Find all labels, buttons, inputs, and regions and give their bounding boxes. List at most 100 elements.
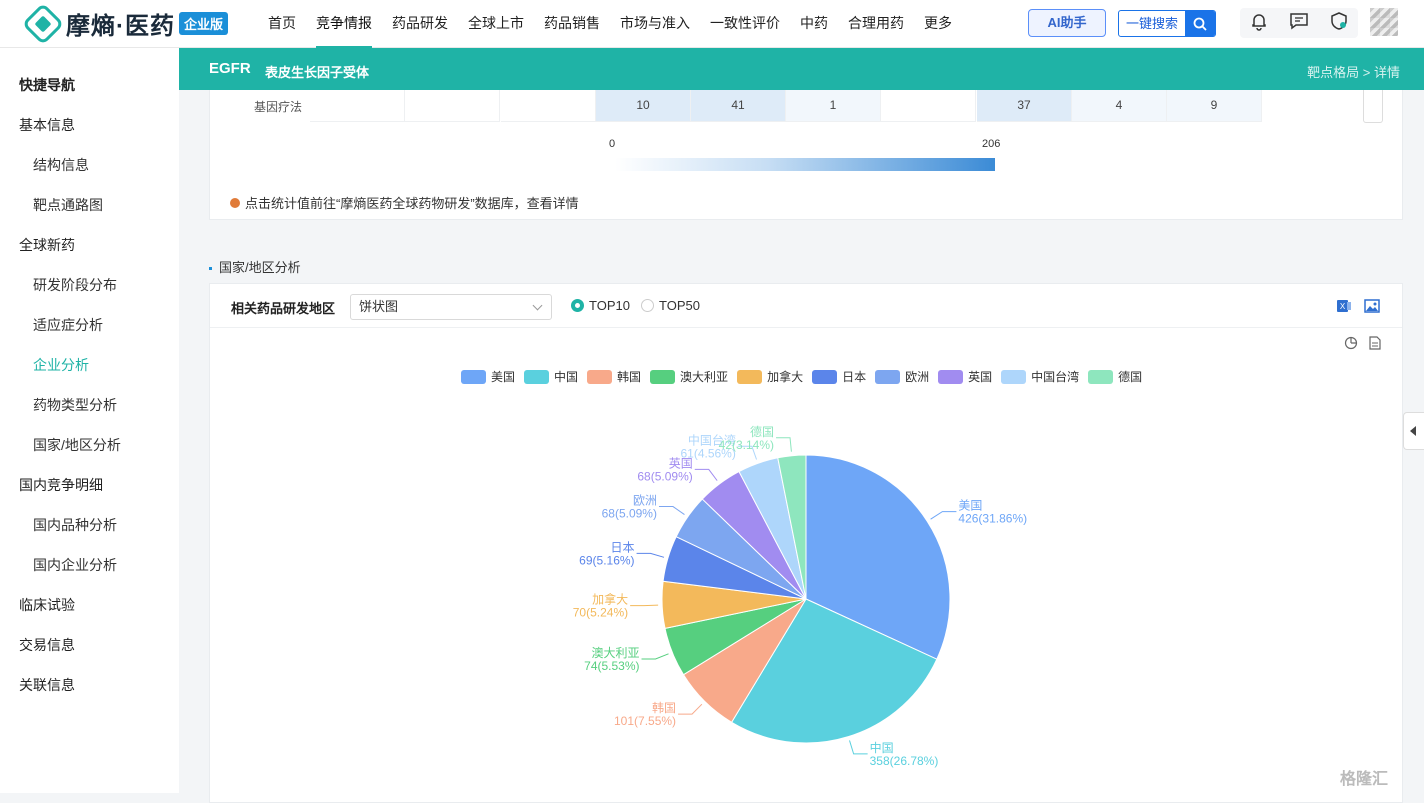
region-chart-card: 相关药品研发地区 饼状图 TOP10 TOP50 X 美国 中国 韩国 澳大利亚 加拿大…	[209, 283, 1403, 803]
quick-nav-sidebar: 快捷导航基本信息结构信息靶点通路图全球新药研发阶段分布 适应症分析企业分析药物类型…	[0, 48, 179, 793]
breadcrumb[interactable]: 靶点格局 > 详情	[1307, 62, 1400, 81]
ai-assistant-button[interactable]: AI助手	[1028, 9, 1106, 37]
label-leader-line	[630, 604, 659, 607]
sidebar-item[interactable]: 国内企业分析	[33, 555, 117, 575]
section-title: 国家/地区分析	[209, 257, 301, 276]
sidebar-item[interactable]: 靶点通路图	[33, 195, 103, 215]
sidebar-item[interactable]: 结构信息	[33, 155, 89, 175]
nav-item[interactable]: 市场与准入	[620, 0, 690, 48]
radio-label: TOP10	[589, 298, 630, 313]
sidebar-item[interactable]: 基本信息	[19, 115, 75, 135]
top-bar: 摩熵·医药 企业版 首页 竞争情报 药品研发 全球上市 药品销售 市场与准入 一致性评价 中药…	[0, 0, 1424, 48]
sidebar-item[interactable]: 国内竞争明细	[19, 475, 103, 495]
nav-item[interactable]: 一致性评价	[710, 0, 780, 48]
slice-category-label: 韩国	[652, 700, 676, 715]
slice-category-label: 加拿大	[592, 592, 628, 607]
label-leader-line	[658, 506, 685, 515]
avatar[interactable]	[1370, 8, 1398, 36]
quick-search-button[interactable]: 一键搜索	[1118, 10, 1216, 37]
collapse-panel-button[interactable]	[1403, 412, 1424, 450]
info-icon	[230, 197, 240, 208]
heatmap-cell[interactable]: 1	[786, 90, 881, 122]
hint-text: 点击统计值前往“摩熵医药全球药物研发”数据库，查看详情	[245, 196, 579, 211]
watermark: 格隆汇	[1340, 771, 1389, 788]
logo[interactable]: 摩熵·医药 企业版	[21, 2, 229, 45]
sidebar-item[interactable]: 交易信息	[19, 635, 75, 655]
excel-export-icon[interactable]: X	[1336, 298, 1352, 314]
chevron-down-icon	[532, 300, 543, 311]
sidebar-item[interactable]: 全球新药	[19, 235, 75, 255]
chart-type-select[interactable]: 饼状图	[350, 294, 552, 320]
nav-item[interactable]: 更多	[924, 0, 952, 48]
label-leader-line	[636, 552, 665, 558]
slice-category-label: 中国	[870, 740, 894, 755]
target-header: EGFR 表皮生长因子受体 靶点格局 > 详情	[179, 48, 1424, 90]
scrollbar[interactable]	[1363, 90, 1383, 123]
label-leader-line	[849, 740, 868, 755]
row-label: 基因疗法	[254, 100, 303, 114]
sidebar-item[interactable]: 国家/地区分析	[33, 435, 121, 455]
chart-title: 相关药品研发地区	[231, 301, 336, 316]
nav-item[interactable]: 中药	[800, 0, 828, 48]
sidebar-item[interactable]: 关联信息	[19, 675, 75, 695]
color-scale-bar[interactable]	[615, 158, 995, 171]
label-leader-line	[930, 511, 957, 520]
nav-item[interactable]: 首页	[268, 0, 296, 48]
label-leader-line	[641, 653, 669, 660]
sidebar-item[interactable]: 企业分析	[33, 355, 89, 375]
radio-label: TOP50	[659, 298, 700, 313]
slice-category-label: 澳大利亚	[592, 646, 640, 660]
label-leader-line	[678, 703, 703, 715]
hint-note: 点击统计值前往“摩熵医药全球药物研发”数据库，查看详情	[230, 193, 579, 212]
nav-item[interactable]: 药品研发	[392, 0, 448, 48]
heatmap-cell[interactable]: 10	[596, 90, 691, 122]
nav-item[interactable]: 药品销售	[544, 0, 600, 48]
slice-value-label: 68(5.09%)	[602, 507, 657, 521]
label-leader-line	[776, 437, 792, 452]
sidebar-item[interactable]: 药物类型分析	[33, 395, 117, 415]
image-export-icon[interactable]	[1364, 298, 1380, 314]
message-icon[interactable]	[1288, 11, 1310, 36]
main-nav: 首页 竞争情报 药品研发 全球上市 药品销售 市场与准入 一致性评价 中药 合理用药 更多	[268, 0, 972, 48]
sidebar-item[interactable]: 适应症分析	[33, 315, 103, 335]
nav-item[interactable]: 全球上市	[468, 0, 524, 48]
search-icon	[1185, 11, 1215, 36]
chart-toolbar: 相关药品研发地区 饼状图 TOP10 TOP50 X	[210, 284, 1402, 328]
bell-icon[interactable]	[1249, 11, 1269, 36]
slice-value-label: 358(26.78%)	[870, 754, 939, 768]
heatmap-cell[interactable]: 41	[691, 90, 786, 122]
scale-min: 0	[609, 138, 616, 150]
nav-item[interactable]: 合理用药	[848, 0, 904, 48]
slice-category-label: 欧洲	[633, 494, 657, 508]
shield-icon[interactable]	[1329, 11, 1349, 36]
heatmap-cell	[881, 90, 976, 122]
sidebar-item[interactable]: 国内品种分析	[33, 515, 117, 535]
target-symbol: EGFR	[209, 60, 251, 77]
logo-text: 摩熵·医药	[66, 13, 175, 40]
heatmap-cell	[310, 90, 405, 122]
heatmap-cell[interactable]: 37	[977, 90, 1072, 122]
sidebar-item[interactable]: 临床试验	[19, 595, 75, 615]
edition-badge: 企业版	[179, 12, 229, 35]
sidebar-item: 快捷导航	[19, 77, 75, 93]
heatmap-card: 基因疗法 10 41 1 37 4 9 0 206 点击统计值前往“摩熵医药全球药物研发”…	[209, 90, 1403, 220]
slice-value-label: 70(5.24%)	[573, 606, 628, 620]
radio-top10[interactable]: TOP10	[571, 298, 630, 313]
quick-search-label: 一键搜索	[1125, 16, 1178, 31]
sidebar-item[interactable]: 研发阶段分布	[33, 275, 117, 295]
heatmap-cell[interactable]: 9	[1167, 90, 1262, 122]
radio-top50[interactable]: TOP50	[641, 298, 700, 313]
scale-max: 206	[982, 138, 1001, 150]
slice-value-label: 101(7.55%)	[614, 714, 676, 728]
nav-item[interactable]: 竞争情报	[316, 0, 372, 48]
logo-icon	[21, 2, 65, 45]
pie-chart: 美国426(31.86%) 中国358(26.78%) 韩国101(7.55%) 澳大…	[573, 424, 1027, 768]
chart-type-value: 饼状图	[359, 299, 399, 314]
slice-category-label: 日本	[611, 540, 635, 554]
radio-checked-icon	[571, 299, 584, 312]
slice-category-label: 德国	[750, 424, 774, 439]
slice-value-label: 42(3.14%)	[719, 438, 774, 452]
heatmap-cell[interactable]: 4	[1072, 90, 1167, 122]
slice-value-label: 69(5.16%)	[579, 553, 634, 567]
radio-unchecked-icon	[641, 299, 654, 312]
